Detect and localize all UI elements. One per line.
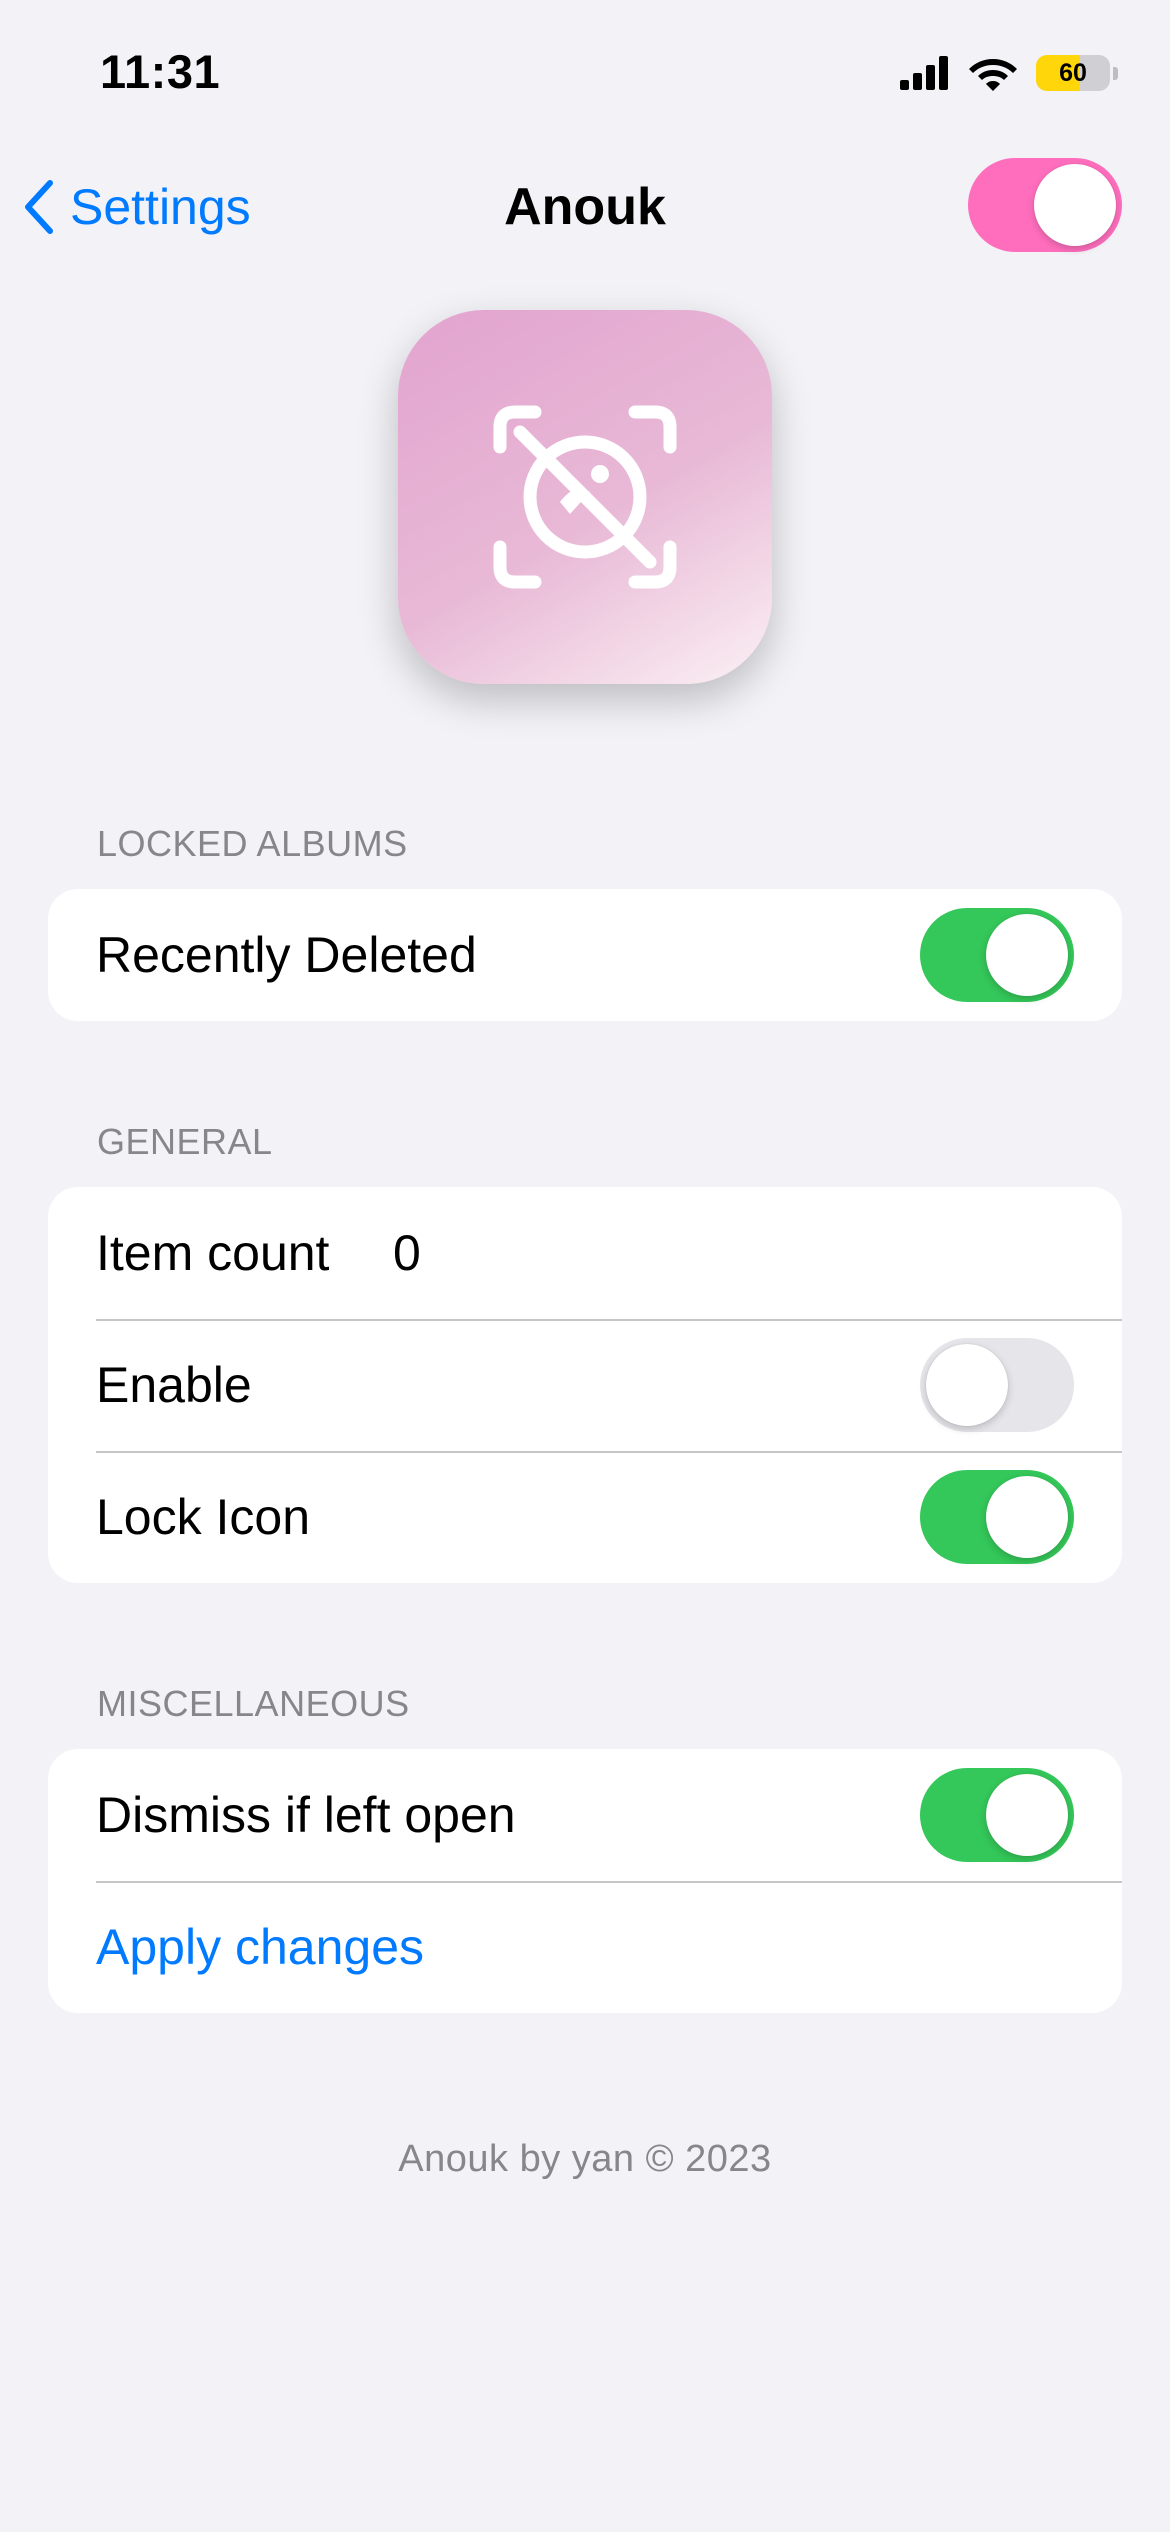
row-label: Enable bbox=[96, 1357, 252, 1413]
battery-cap bbox=[1113, 66, 1118, 80]
row-item-count: Item count 0 bbox=[48, 1187, 1122, 1319]
status-icons: 60 bbox=[900, 50, 1118, 96]
dismiss-if-left-open-toggle[interactable] bbox=[920, 1768, 1074, 1862]
item-count-value: 0 bbox=[393, 1225, 421, 1281]
toggle-knob bbox=[986, 1476, 1068, 1558]
row-label: Lock Icon bbox=[96, 1489, 311, 1545]
settings-page: 11:31 60 Settings Anouk LOCKED ALBUMS Re… bbox=[0, 0, 1170, 2532]
battery-icon: 60 bbox=[1036, 55, 1110, 91]
toggle-knob bbox=[1034, 164, 1116, 246]
general-group: Item count 0 Enable Lock Icon bbox=[48, 1187, 1122, 1583]
footer-credit: Anouk by yan © 2023 bbox=[398, 2138, 772, 2180]
navigation-bar: Settings Anouk bbox=[0, 150, 1170, 270]
row-enable: Enable bbox=[48, 1319, 1122, 1451]
locked-albums-group: Recently Deleted bbox=[48, 889, 1122, 1021]
row-label: Item count bbox=[96, 1225, 330, 1281]
toggle-knob bbox=[926, 1344, 1008, 1426]
toggle-knob bbox=[986, 914, 1068, 996]
signal-icon bbox=[900, 56, 948, 90]
enable-toggle[interactable] bbox=[920, 1338, 1074, 1432]
battery-level: 60 bbox=[1059, 58, 1087, 87]
section-header-locked-albums: LOCKED ALBUMS bbox=[97, 823, 408, 864]
master-enable-toggle[interactable] bbox=[968, 158, 1122, 252]
row-dismiss-if-left-open: Dismiss if left open bbox=[48, 1749, 1122, 1881]
row-label: Dismiss if left open bbox=[96, 1787, 516, 1843]
lock-icon-toggle[interactable] bbox=[920, 1470, 1074, 1564]
section-header-miscellaneous: MISCELLANEOUS bbox=[97, 1683, 410, 1724]
apply-changes-button[interactable]: Apply changes bbox=[48, 1881, 1122, 2013]
status-time: 11:31 bbox=[100, 45, 221, 98]
recently-deleted-toggle[interactable] bbox=[920, 908, 1074, 1002]
row-lock-icon: Lock Icon bbox=[48, 1451, 1122, 1583]
row-recently-deleted: Recently Deleted bbox=[48, 889, 1122, 1021]
app-icon bbox=[398, 310, 772, 684]
row-label: Recently Deleted bbox=[96, 927, 477, 983]
section-header-general: GENERAL bbox=[97, 1121, 273, 1162]
toggle-knob bbox=[986, 1774, 1068, 1856]
apply-changes-label: Apply changes bbox=[96, 1919, 425, 1975]
status-bar: 11:31 60 bbox=[0, 0, 1170, 150]
wifi-icon bbox=[969, 59, 1017, 91]
eye-slash-scan-icon bbox=[493, 405, 677, 589]
miscellaneous-group: Dismiss if left open Apply changes bbox=[48, 1749, 1122, 2013]
